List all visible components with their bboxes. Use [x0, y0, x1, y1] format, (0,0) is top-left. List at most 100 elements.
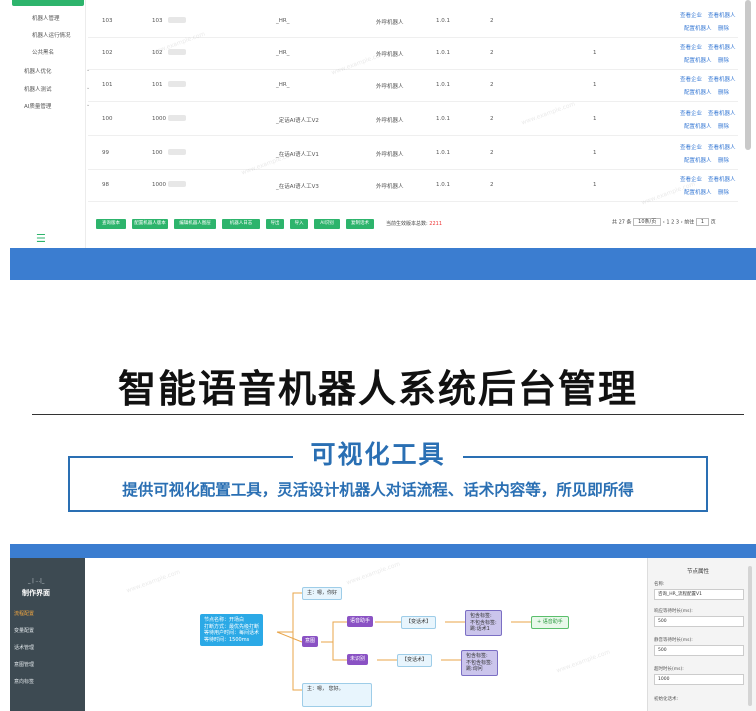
table-cell-id: 101	[102, 82, 113, 88]
toolbar-button[interactable]: 配置机器人版本	[132, 219, 168, 229]
toolbar-button[interactable]: 复制话术	[346, 219, 374, 229]
table-cell-type: 外呼机器人	[376, 118, 404, 124]
page-size-select[interactable]: 10条/页	[633, 218, 662, 226]
row-action-link[interactable]: 查看机器人	[708, 175, 736, 183]
script-node-a[interactable]: 【变话术】	[401, 616, 437, 629]
condition-node-b[interactable]: 包含标签: 不包含标签: 跳:询问	[461, 650, 498, 676]
table-cell-version: 1.0.1	[436, 182, 450, 188]
table-cell-version: 1.0.1	[436, 116, 450, 122]
field-label: 名称:	[654, 582, 665, 587]
goto-page-input[interactable]: 1	[695, 218, 710, 226]
table-cell-name: _定话AI语人工V2	[276, 118, 319, 124]
table-cell-count: 2	[490, 82, 494, 88]
table-cell-version: 1.0.1	[436, 50, 450, 56]
row-action-link[interactable]: 查看企业	[680, 75, 702, 83]
table-cell-extra: 1	[593, 116, 597, 122]
goto-label: 前往	[684, 219, 695, 226]
sidebar-item-label: AI质量管理	[24, 104, 52, 110]
sidebar-item-intent-tags[interactable]: 意向标签	[14, 678, 34, 685]
toolbar-button[interactable]: 编辑机器人图层	[174, 219, 216, 229]
table-cell-name: _在话AI语人工V3	[276, 184, 319, 190]
table-cell-version: 1.0.1	[436, 150, 450, 156]
row-action-link[interactable]: 查看企业	[680, 43, 702, 51]
sidebar-item-intent-manage[interactable]: 意图管理	[14, 661, 34, 668]
node-properties-panel: 节点属性 名称: 咨询_HR_流程配置V1 响应等待时长(ms): 500 静音…	[647, 558, 756, 711]
end-node[interactable]: + 语音助手	[531, 616, 569, 629]
total-value: 2211	[429, 221, 443, 227]
sidebar-item-script-manage[interactable]: 话术管理	[14, 644, 34, 651]
pager-total: 共 27 条	[612, 219, 632, 226]
row-action-link[interactable]: 配置机器人	[684, 24, 712, 32]
panel-scrollbar[interactable]	[748, 566, 752, 706]
flow-canvas[interactable]: 节点名称：开场白 打断方式：最优先级打断 等待用户时间：每间话术 等待时间：15…	[85, 558, 647, 711]
row-action-link[interactable]: 配置机器人	[684, 88, 712, 96]
branch-node-unrecognized[interactable]: 未识别	[347, 654, 369, 665]
table-cell-type: 外呼机器人	[376, 84, 404, 90]
row-action-link[interactable]: 查看机器人	[708, 43, 736, 51]
table-cell-count: 2	[490, 182, 494, 188]
active-version-count: 当前生效版本总数: 2211	[386, 220, 442, 227]
table-row: 98 1000 _在话AI语人工V3 外呼机器人 1.0.1 2 1 查看企业 查看机器人 配置机…	[88, 170, 738, 202]
sidebar-item-label: 机器人优化	[24, 69, 52, 75]
node-name-input[interactable]: 咨询_HR_流程配置V1	[654, 589, 744, 600]
table-cell-name: _HR_	[276, 82, 290, 88]
branch-node-assistant[interactable]: 语音助手	[347, 616, 374, 627]
row-action-link[interactable]: 删除	[718, 122, 729, 130]
hamburger-icon[interactable]: ☰	[36, 233, 46, 244]
table-scrollbar[interactable]	[745, 0, 751, 150]
robot-sidebar: 机器人管理 机器人运行情况 公共黑名 机器人优化 ⌄ 机器人测试 ⌄ AI质量管理 ⌄	[10, 0, 90, 248]
table-cell-type: 外呼机器人	[376, 20, 404, 26]
table-row: 101 101 _HR_ 外呼机器人 1.0.1 2 1 查看企业 查看机器人 配置机器人 删除	[88, 70, 738, 102]
row-action-link[interactable]: 配置机器人	[684, 56, 712, 64]
greeting-node[interactable]: 主：嗯，你好	[302, 587, 343, 600]
connector-line	[276, 631, 303, 643]
toolbar-button[interactable]: 导出	[266, 219, 284, 229]
sidebar-item-label: 机器人测试	[24, 87, 52, 93]
row-action-link[interactable]: 删除	[718, 24, 729, 32]
row-action-link[interactable]: 查看机器人	[708, 11, 736, 19]
table-row: 103 103 _HR_ 外呼机器人 1.0.1 2 查看企业 查看机器人 配置机器人 删除	[88, 6, 738, 38]
toolbar-button[interactable]: 导入	[290, 219, 308, 229]
sidebar-active-marker	[12, 0, 84, 6]
table-cell-extra: 1	[593, 182, 597, 188]
redacted-cell	[168, 149, 186, 155]
toolbar-button[interactable]: 机器人日志	[222, 219, 260, 229]
toolbar-button[interactable]: 查询版本	[96, 219, 126, 229]
row-action-link[interactable]: 查看企业	[680, 109, 702, 117]
row-action-link[interactable]: 查看机器人	[708, 75, 736, 83]
timeout-input[interactable]: 1000	[654, 674, 744, 685]
script-node-b[interactable]: 【变话术】	[397, 654, 433, 667]
redacted-cell	[168, 181, 186, 187]
row-action-link[interactable]: 配置机器人	[684, 156, 712, 164]
page-links[interactable]: ‹ 1 2 3 ›	[663, 220, 683, 226]
row-action-link[interactable]: 配置机器人	[684, 122, 712, 130]
row-action-link[interactable]: 删除	[718, 56, 729, 64]
table-cell-type: 外呼机器人	[376, 152, 404, 158]
sidebar-item-variable-config[interactable]: 变量配置	[14, 627, 34, 634]
table-row: 99 100 _在话AI语人工V1 外呼机器人 1.0.1 2 1 查看企业 查看机器人 配置机器…	[88, 138, 738, 170]
intent-node[interactable]: 意图	[302, 636, 319, 647]
start-node[interactable]: 节点名称：开场白 打断方式：最优先级打断 等待用户时间：每间话术 等待时间：15…	[200, 614, 264, 646]
field-label: 静音等待时长(ms):	[654, 638, 693, 643]
table-cell-code: 1000	[152, 182, 166, 188]
toolbar-button[interactable]: AI识别	[314, 219, 340, 229]
row-action-link[interactable]: 查看机器人	[708, 143, 736, 151]
row-action-link[interactable]: 查看企业	[680, 143, 702, 151]
table-cell-id: 98	[102, 182, 109, 188]
response-wait-input[interactable]: 500	[654, 616, 744, 627]
sidebar-item-flow-config[interactable]: 流程配置	[14, 610, 34, 617]
table-cell-id: 102	[102, 50, 113, 56]
table-cell-type: 外呼机器人	[376, 184, 404, 190]
row-action-link[interactable]: 删除	[718, 156, 729, 164]
condition-node-a[interactable]: 包含标签: 不包含标签: 跳:话术1	[465, 610, 502, 636]
table-cell-extra: 1	[593, 150, 597, 156]
reply-node[interactable]: 主：嗯， 您好。	[302, 683, 372, 707]
row-action-link[interactable]: 查看企业	[680, 11, 702, 19]
node-line: 跳:话术1	[470, 626, 490, 632]
flow-editor-screenshot: _ | ...|_ 制作界面 流程配置 变量配置 话术管理 意图管理 意向标签	[10, 544, 756, 711]
row-action-link[interactable]: 删除	[718, 88, 729, 96]
row-action-link[interactable]: 删除	[718, 188, 729, 196]
robot-table: 103 103 _HR_ 外呼机器人 1.0.1 2 查看企业 查看机器人 配置机器人 删除 102…	[88, 0, 756, 205]
row-action-link[interactable]: 查看机器人	[708, 109, 736, 117]
silence-wait-input[interactable]: 500	[654, 645, 744, 656]
